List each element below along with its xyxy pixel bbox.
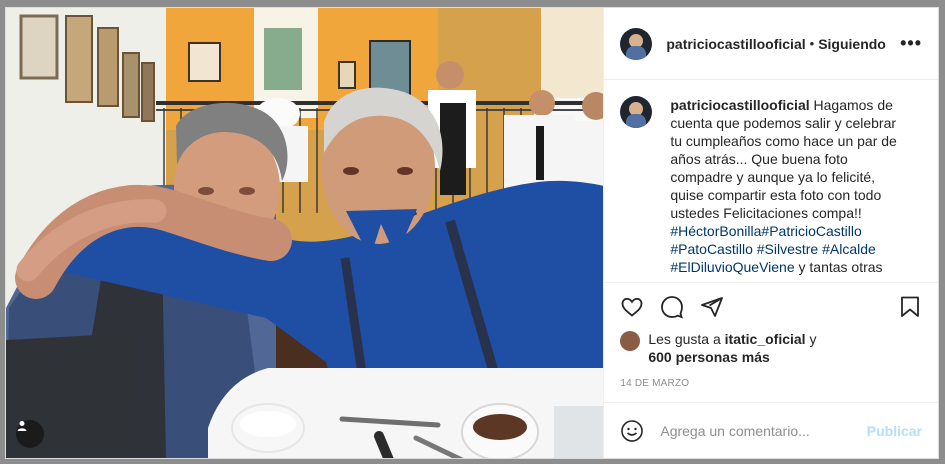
caption-username[interactable]: patriciocastillooficial [670,97,809,113]
tagged-users-icon[interactable] [16,420,44,448]
caption-tail: y tantas otras [794,259,883,275]
caption-author-avatar[interactable] [620,96,653,128]
comment-box: Agrega un comentario... Publicar [604,402,938,458]
author-username[interactable]: patriciocastillooficial [666,36,805,52]
hashtag-patricio-castillo[interactable]: #PatricioCastillo [761,223,861,239]
share-icon[interactable] [700,295,724,319]
hashtag-hector-bonilla[interactable]: #HéctorBonilla [670,223,761,239]
header-separator: • [809,36,815,51]
screen: patriciocastillooficial • Siguiendo ••• … [0,0,945,464]
likes-count[interactable]: 600 personas más [648,349,769,365]
caption-body: Hagamos de cuenta que podemos salir y ce… [670,97,897,221]
more-options-icon[interactable]: ••• [900,33,922,54]
comment-input[interactable]: Agrega un comentario... [660,423,866,439]
likes-connector: y [805,331,817,347]
comment-icon[interactable] [660,295,684,319]
following-button[interactable]: Siguiendo [818,36,886,52]
caption-section: patriciocastillooficial Hagamos de cuent… [604,80,938,282]
post-date[interactable]: 14 DE MARZO [604,366,938,402]
bookmark-icon[interactable] [898,295,922,319]
instagram-post: patriciocastillooficial • Siguiendo ••• … [5,7,939,459]
likes-prefix: Les gusta a [648,331,725,347]
author-avatar[interactable] [620,27,653,60]
like-user-avatar[interactable] [620,331,641,351]
hashtag-pato-castillo[interactable]: #PatoCastillo [670,241,753,257]
likes-text: Les gusta a itatic_oficial y 600 persona… [648,330,816,366]
heart-icon[interactable] [620,295,644,319]
post-actions [604,282,938,330]
hashtag-alcalde[interactable]: #Alcalde [822,241,876,257]
post-header: patriciocastillooficial • Siguiendo ••• [604,8,938,80]
emoji-icon[interactable] [620,419,644,443]
post-photo[interactable] [6,8,604,458]
hashtag-el-diluvio-que-viene[interactable]: #ElDiluvioQueViene [670,259,794,275]
post-sidebar: patriciocastillooficial • Siguiendo ••• … [603,8,938,458]
likes-summary: Les gusta a itatic_oficial y 600 persona… [604,330,938,366]
liked-by-user[interactable]: itatic_oficial [725,331,806,347]
caption-text: patriciocastillooficial Hagamos de cuent… [670,96,910,282]
hashtag-silvestre[interactable]: #Silvestre [757,241,818,257]
photo-illustration [6,8,604,458]
publish-button[interactable]: Publicar [867,423,922,439]
